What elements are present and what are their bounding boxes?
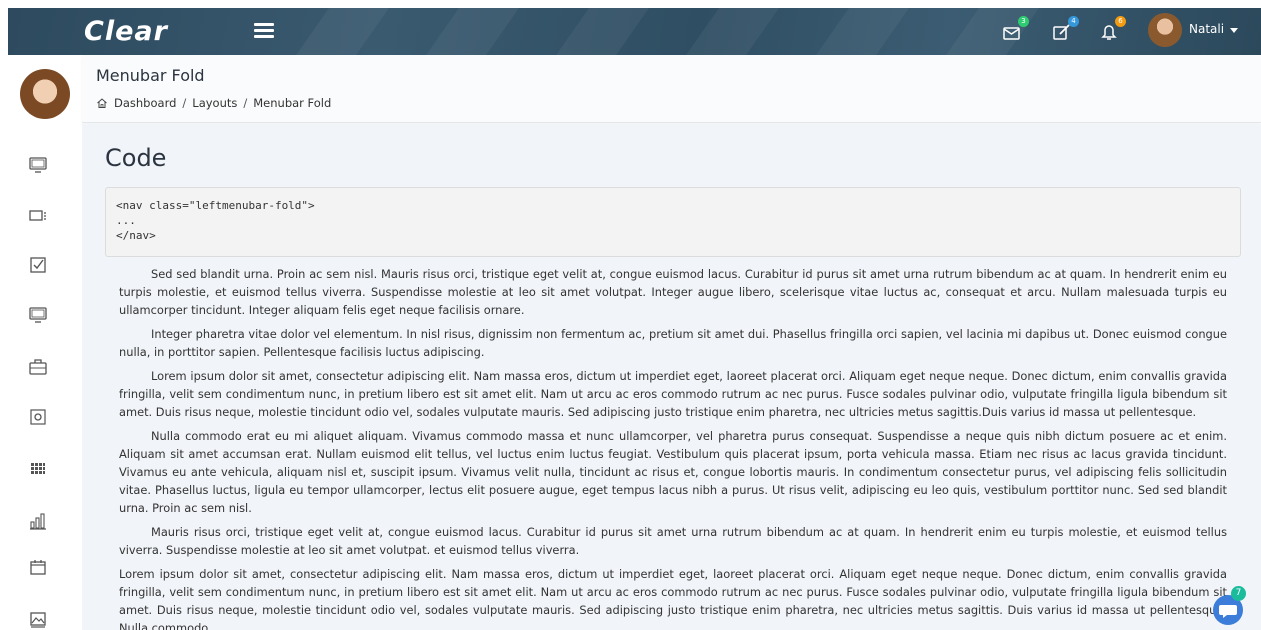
bg-stripe [662, 8, 794, 55]
tag-icon [29, 210, 46, 221]
app-logo[interactable]: Clear [84, 16, 168, 47]
settings-icon [30, 409, 46, 425]
checkbox-icon [30, 257, 46, 273]
sidebar-item-tags[interactable] [28, 205, 48, 225]
mail-button[interactable]: 3 [1001, 16, 1029, 43]
sidebar-avatar[interactable] [20, 69, 70, 119]
paragraph: Sed sed blandit urna. Proin ac sem nisl.… [119, 267, 1227, 317]
breadcrumb-dashboard[interactable]: Dashboard [114, 96, 176, 110]
sidebar-item-screens[interactable] [28, 305, 48, 325]
menu-toggle-button[interactable] [254, 23, 274, 39]
sidebar-item-grid[interactable] [28, 459, 48, 479]
user-avatar[interactable] [1148, 13, 1182, 47]
grid-icon [31, 463, 45, 474]
bg-stripe [272, 8, 404, 55]
home-icon[interactable] [96, 97, 108, 109]
edit-button[interactable]: 4 [1051, 16, 1079, 43]
breadcrumb-separator: / [182, 96, 187, 110]
monitor-icon [29, 157, 47, 173]
bg-stripe [792, 8, 924, 55]
sidebar-item-calendar[interactable] [28, 557, 48, 577]
paragraph: Lorem ipsum dolor sit amet, consectetur … [119, 369, 1227, 419]
image-icon [30, 612, 46, 628]
chat-badge: 7 [1231, 586, 1246, 601]
paragraph: Lorem ipsum dolor sit amet, consectetur … [119, 567, 1227, 630]
screen-icon [29, 307, 47, 323]
bell-badge: 6 [1115, 16, 1126, 27]
mail-badge: 3 [1018, 16, 1029, 27]
edit-badge: 4 [1068, 16, 1079, 27]
sidebar-item-settings[interactable] [28, 407, 48, 427]
main-content: Code <nav class="leftmenubar-fold"> ... … [82, 124, 1261, 630]
breadcrumb-current: Menubar Fold [253, 96, 332, 110]
sidebar-item-briefcase[interactable] [28, 357, 48, 377]
bg-stripe [402, 8, 534, 55]
paragraph: Nulla commodo erat eu mi aliquet aliquam… [119, 429, 1227, 515]
briefcase-icon [29, 359, 47, 375]
sidebar-item-dashboard[interactable] [28, 155, 48, 175]
paragraph: Integer pharetra vitae dolor vel element… [119, 327, 1227, 359]
notifications-button[interactable]: 6 [1098, 16, 1126, 43]
sidebar-item-charts[interactable] [28, 511, 48, 531]
page-title: Menubar Fold [96, 66, 205, 85]
page-header: Menubar Fold Dashboard / Layouts / Menub… [82, 55, 1261, 123]
paragraph: Mauris risus orci, tristique eget velit … [119, 525, 1227, 557]
sidebar-item-tasks[interactable] [28, 255, 48, 275]
bg-stripe [922, 8, 1054, 55]
code-block: <nav class="leftmenubar-fold"> ... </nav… [105, 187, 1241, 257]
section-title: Code [105, 144, 167, 172]
sidebar [0, 55, 82, 630]
sidebar-item-gallery[interactable] [28, 609, 48, 629]
bg-stripe [532, 8, 664, 55]
top-navbar: Clear 3 4 6 Natali [8, 8, 1261, 55]
bar-chart-icon [30, 513, 46, 530]
breadcrumb-separator: / [243, 96, 248, 110]
text-content: Sed sed blandit urna. Proin ac sem nisl.… [119, 265, 1227, 630]
user-name[interactable]: Natali [1189, 22, 1224, 36]
breadcrumb: Dashboard / Layouts / Menubar Fold [96, 96, 331, 110]
calendar-icon [30, 560, 46, 575]
breadcrumb-layouts[interactable]: Layouts [192, 96, 237, 110]
chevron-down-icon[interactable] [1230, 28, 1238, 33]
